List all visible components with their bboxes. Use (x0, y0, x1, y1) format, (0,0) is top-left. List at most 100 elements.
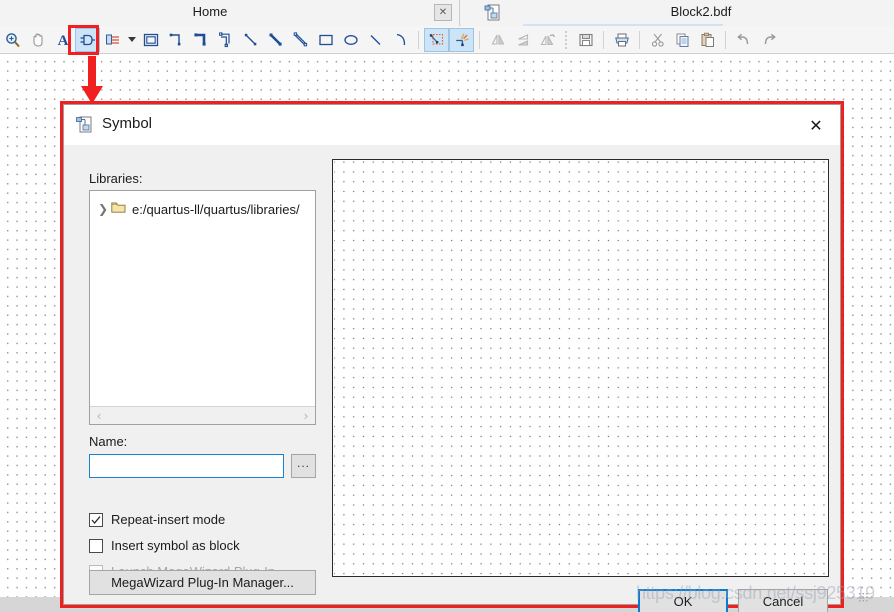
diagonal-bus-line-icon (269, 33, 282, 46)
check-icon (91, 515, 101, 524)
diagonal-node-line-tool-button[interactable] (238, 28, 263, 52)
toolbar-separator-1 (418, 30, 419, 49)
checkbox-box (89, 512, 103, 527)
paste-icon (701, 32, 714, 47)
browse-button[interactable]: ... (291, 454, 316, 478)
library-tree-item[interactable]: ❯ e:/quartus-ll/quartus/libraries/ (95, 199, 300, 219)
symbol-dialog-title: Symbol (102, 115, 153, 132)
arc-tool-button[interactable] (388, 28, 413, 52)
megawizard-plugin-manager-button[interactable]: MegaWizard Plug-In Manager... (89, 570, 316, 595)
toolbar-separator-5 (639, 30, 640, 49)
tab-home-label: Home (192, 4, 228, 19)
pin-tool-button[interactable] (100, 28, 125, 52)
flip-vertical-icon (517, 33, 528, 46)
document-title: Block2.bdf (670, 4, 732, 19)
svg-text:A: A (57, 33, 68, 49)
symbol-preview-panel[interactable] (332, 159, 829, 577)
insert-symbol-as-block-checkbox[interactable]: Insert symbol as block (89, 538, 240, 553)
cut-icon (651, 33, 664, 47)
tab-home[interactable]: Home ✕ (0, 0, 460, 26)
toolbar-separator-4 (603, 30, 604, 49)
library-path-label: e:/quartus-ll/quartus/libraries/ (132, 201, 300, 217)
close-icon: ✕ (809, 115, 823, 135)
line-icon (370, 34, 380, 45)
diagonal-bus-line-tool-button[interactable] (263, 28, 288, 52)
watermark-text: https://blog.csdn.net/ssj925319 (636, 583, 875, 603)
zoom-tool-button[interactable] (0, 28, 25, 52)
toolbar-separator-3 (565, 30, 568, 49)
rectangle-icon (318, 34, 333, 45)
symbol-dialog-close-button[interactable]: ✕ (800, 111, 832, 139)
quartus-block-editor-window: Home ✕ Block2.bdf A Symbol ✕ Libraries: … (0, 0, 894, 612)
scroll-right-icon[interactable]: › (297, 409, 315, 423)
name-input[interactable] (89, 454, 284, 478)
redo-icon (764, 33, 776, 44)
scroll-left-icon[interactable]: ‹ (90, 409, 108, 423)
arc-icon (396, 33, 405, 45)
diagonal-conduit-line-tool-button[interactable] (288, 28, 313, 52)
insert-symbol-as-block-label: Insert symbol as block (111, 538, 240, 553)
symbol-preview-grid (334, 161, 827, 575)
copy-button[interactable] (670, 28, 695, 52)
folder-icon (111, 201, 126, 217)
diagonal-conduit-line-icon (293, 31, 307, 46)
line-tool-button[interactable] (363, 28, 388, 52)
partial-line-selection-tool-button[interactable] (449, 27, 474, 52)
megawizard-plugin-manager-label: MegaWizard Plug-In Manager... (111, 575, 294, 590)
chevron-right-icon[interactable]: ❯ (95, 202, 111, 216)
orthogonal-node-line-icon (169, 33, 180, 45)
print-button[interactable] (609, 28, 634, 52)
symbol-dialog-titlebar: Symbol ✕ (64, 105, 840, 145)
symbol-dialog-red-outline-annotation: Symbol ✕ Libraries: ❯ e:/quartus-ll/quar… (60, 101, 844, 612)
flip-vertical-button[interactable] (510, 28, 535, 52)
symbol-dialog: Symbol ✕ Libraries: ❯ e:/quartus-ll/quar… (63, 104, 841, 612)
rotate-left-icon (540, 33, 555, 45)
symbol-tool-button[interactable] (75, 27, 100, 52)
browse-button-label: ... (296, 456, 310, 470)
rotate-left-button[interactable] (535, 28, 560, 52)
orthogonal-bus-line-tool-button[interactable] (188, 28, 213, 52)
red-arrow-annotation (78, 56, 106, 106)
partial-line-selection-icon (455, 33, 469, 46)
rectangle-tool-button[interactable] (313, 28, 338, 52)
save-icon (578, 33, 593, 46)
tab-home-close-button[interactable]: ✕ (434, 4, 452, 21)
repeat-insert-mode-label: Repeat-insert mode (111, 512, 226, 527)
undo-button[interactable] (731, 28, 756, 52)
symbol-dialog-body: Libraries: ❯ e:/quartus-ll/quartus/libra… (64, 145, 840, 612)
flip-horizontal-icon (491, 34, 504, 45)
toolbar-separator-6 (725, 30, 726, 49)
block-rect-icon (143, 33, 158, 46)
block-tool-button[interactable] (138, 28, 163, 52)
tab-document[interactable]: Block2.bdf (461, 0, 894, 26)
toolbar-separator-2 (479, 30, 480, 49)
cut-button[interactable] (645, 28, 670, 52)
window-resize-grip[interactable] (858, 592, 869, 603)
pin-tool-dropdown-caret[interactable] (125, 28, 138, 52)
orthogonal-conduit-line-tool-button[interactable] (213, 28, 238, 52)
copy-icon (676, 33, 688, 47)
symbol-gate-icon (80, 34, 95, 45)
paste-button[interactable] (695, 28, 720, 52)
libraries-tree[interactable]: ❯ e:/quartus-ll/quartus/libraries/ ‹ › (89, 190, 316, 425)
rubberband-selection-icon (429, 33, 443, 45)
hand-icon (33, 32, 42, 47)
rubberband-selection-tool-button[interactable] (424, 27, 449, 52)
save-button[interactable] (573, 28, 598, 52)
orthogonal-bus-line-icon (193, 32, 206, 46)
oval-tool-button[interactable] (338, 28, 363, 52)
text-A-icon: A (57, 33, 68, 49)
print-icon (614, 33, 629, 46)
magnifier-icon (5, 32, 20, 47)
orthogonal-conduit-line-icon (218, 31, 230, 47)
pan-tool-button[interactable] (25, 28, 50, 52)
redo-button[interactable] (756, 28, 781, 52)
text-tool-button[interactable]: A (50, 28, 75, 52)
orthogonal-node-line-tool-button[interactable] (163, 28, 188, 52)
oval-icon (343, 34, 358, 45)
pin-icon (105, 34, 119, 44)
libraries-horizontal-scrollbar[interactable]: ‹ › (90, 406, 315, 424)
symbol-dialog-icon (75, 115, 94, 134)
flip-horizontal-button[interactable] (485, 28, 510, 52)
repeat-insert-mode-checkbox[interactable]: Repeat-insert mode (89, 512, 225, 527)
